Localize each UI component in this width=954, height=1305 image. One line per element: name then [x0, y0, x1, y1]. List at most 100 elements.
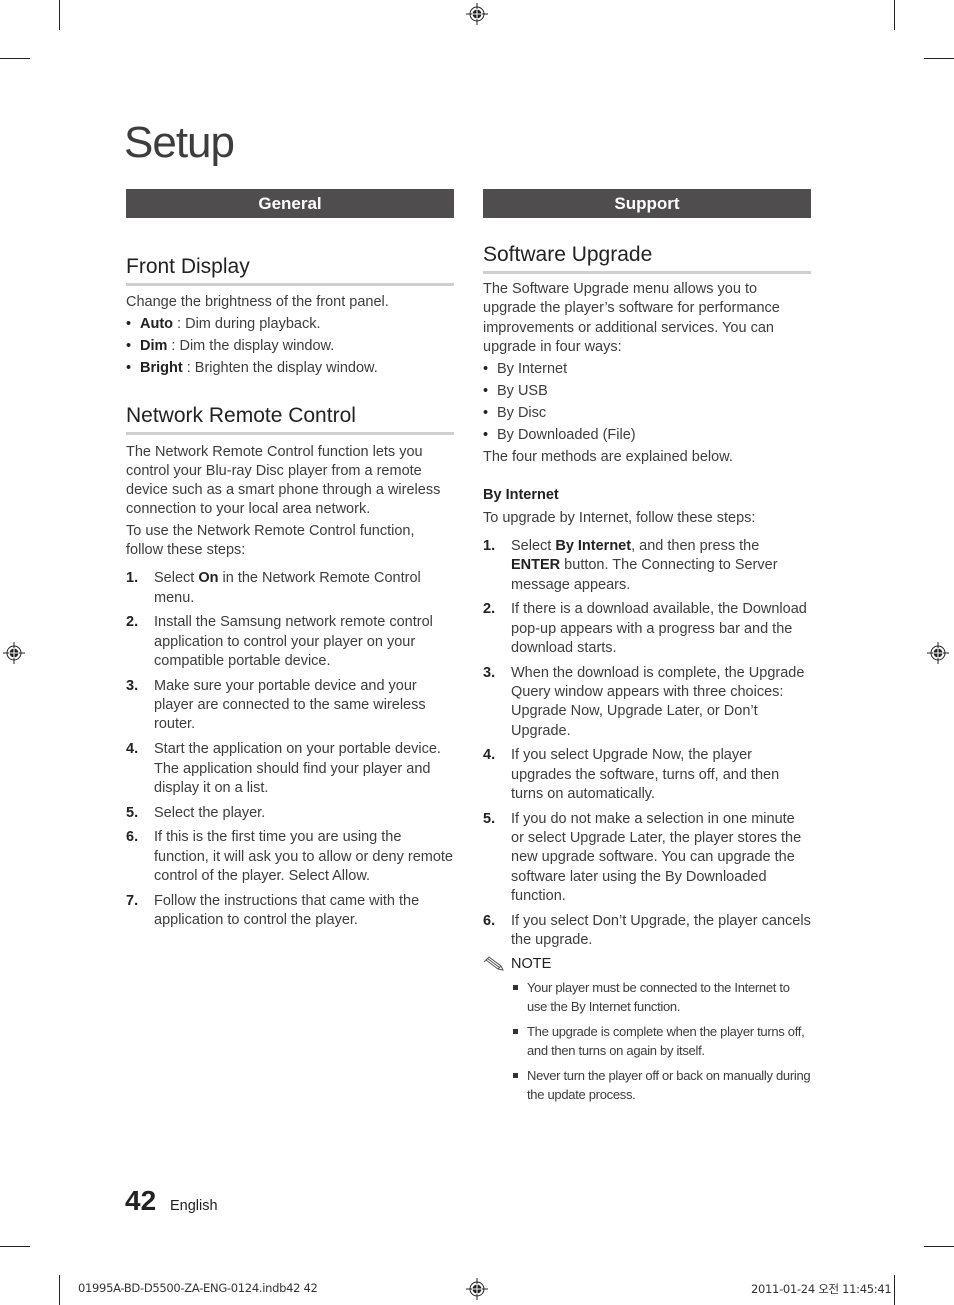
- upgrade-methods: By Internet By USB By Disc By Downloaded…: [483, 360, 811, 446]
- network-remote-steps: 1. Select On in the Network Remote Contro…: [126, 569, 454, 930]
- front-display-section: Front Display Change the brightness of t…: [126, 255, 454, 379]
- step-item: 7. Follow the instructions that came with…: [126, 892, 454, 931]
- step-text: Select the player.: [154, 804, 266, 821]
- registration-mark-icon: [3, 642, 25, 664]
- note-item: The upgrade is complete when the player …: [511, 1022, 811, 1060]
- note-label: NOTE: [511, 955, 552, 972]
- crop-mark: [59, 1275, 60, 1305]
- page-number: 42: [125, 1185, 157, 1216]
- front-display-options: Auto : Dim during playback. Dim : Dim th…: [126, 315, 454, 379]
- step-text: Start the application on your portable d…: [154, 741, 441, 796]
- crop-mark: [0, 1246, 30, 1247]
- network-remote-section: Network Remote Control The Network Remot…: [126, 404, 454, 931]
- step-item: 2. Install the Samsung network remote con…: [126, 613, 454, 671]
- step-number: 3.: [126, 677, 139, 694]
- option-desc: : Dim during playback.: [173, 316, 321, 333]
- note-item: Never turn the player off or back on man…: [511, 1066, 811, 1104]
- step-text: When the download is complete, the Upgra…: [511, 664, 805, 739]
- network-remote-heading: Network Remote Control: [126, 404, 454, 435]
- registration-mark-icon: [466, 1278, 488, 1300]
- pencil-note-icon: [483, 956, 504, 971]
- step-item: 6. If this is the first time you are usin…: [126, 828, 454, 886]
- option-desc: : Brighten the display window.: [182, 360, 378, 377]
- registration-mark-icon: [466, 3, 488, 25]
- step-text: Make sure your portable device and your …: [154, 677, 426, 733]
- step-item: 5. If you do not make a selection in one …: [483, 810, 811, 906]
- method-item: By Disc: [483, 404, 811, 424]
- page-title: Setup: [124, 118, 235, 167]
- crop-mark: [894, 1275, 895, 1305]
- left-column: Front Display Change the brightness of t…: [126, 255, 454, 936]
- step-item: 2. If there is a download available, the …: [483, 600, 811, 658]
- step-number: 1.: [126, 570, 139, 587]
- step-text: Follow the instructions that came with t…: [154, 892, 420, 929]
- step-text: If you select Upgrade Now, the player up…: [511, 747, 780, 803]
- front-display-intro: Change the brightness of the front panel…: [126, 294, 389, 310]
- step-item: 4. Start the application on your portable…: [126, 740, 454, 798]
- network-remote-instructions: To use the Network Remote Control functi…: [126, 522, 415, 559]
- crop-mark: [924, 1246, 954, 1247]
- step-number: 6.: [126, 829, 139, 846]
- print-file-name: 01995A-BD-D5500-ZA-ENG-0124.indb42 42: [78, 1281, 318, 1295]
- print-timestamp: 2011-01-24 오전 11:45:41: [751, 1282, 892, 1296]
- right-column: Software Upgrade The Software Upgrade me…: [483, 243, 811, 1104]
- method-item: By USB: [483, 382, 811, 402]
- note-list: Your player must be connected to the Int…: [483, 978, 811, 1104]
- step-number: 2.: [483, 601, 496, 618]
- option-item: Bright : Brighten the display window.: [126, 359, 454, 379]
- step-text: Install the Samsung network remote contr…: [154, 614, 433, 670]
- step-text: If you select Don’t Upgrade, the player …: [511, 912, 811, 949]
- front-display-heading: Front Display: [126, 255, 454, 286]
- option-name: Auto: [140, 316, 174, 333]
- step-number: 4.: [126, 741, 139, 758]
- crop-mark: [0, 58, 30, 59]
- step-item: 5. Select the player.: [126, 804, 454, 823]
- step-item: 6. If you select Don’t Upgrade, the playe…: [483, 912, 811, 951]
- network-remote-intro: The Network Remote Control function lets…: [126, 443, 441, 518]
- method-item: By Downloaded (File): [483, 426, 811, 446]
- software-upgrade-heading: Software Upgrade: [483, 243, 811, 274]
- software-upgrade-intro: The Software Upgrade menu allows you to …: [483, 281, 780, 355]
- method-item: By Internet: [483, 360, 811, 380]
- section-bar-general: General: [126, 189, 454, 218]
- step-bold: By Internet: [555, 537, 632, 554]
- crop-mark: [894, 0, 895, 30]
- step-item: 1. Select By Internet, and then press the…: [483, 537, 811, 595]
- step-item: 1. Select On in the Network Remote Contro…: [126, 569, 454, 608]
- registration-mark-icon: [927, 642, 949, 664]
- step-bold: On: [198, 570, 219, 587]
- step-text: , and then press the: [631, 537, 760, 554]
- by-internet-subheading: By Internet: [483, 486, 559, 503]
- page-language: English: [170, 1198, 218, 1214]
- methods-outro: The four methods are explained below.: [483, 449, 733, 466]
- software-upgrade-section: Software Upgrade The Software Upgrade me…: [483, 243, 811, 1104]
- step-item: 4. If you select Upgrade Now, the player …: [483, 746, 811, 804]
- step-bold: ENTER: [511, 557, 561, 574]
- step-number: 1.: [483, 537, 496, 554]
- step-item: 3. Make sure your portable device and you…: [126, 677, 454, 735]
- step-number: 6.: [483, 912, 496, 929]
- option-name: Bright: [140, 360, 183, 377]
- step-text: Select: [511, 537, 556, 554]
- option-desc: : Dim the display window.: [167, 338, 335, 355]
- step-text: Select: [154, 570, 199, 587]
- step-number: 5.: [483, 810, 496, 827]
- by-internet-intro: To upgrade by Internet, follow these ste…: [483, 509, 756, 526]
- option-name: Dim: [140, 338, 168, 355]
- option-item: Dim : Dim the display window.: [126, 337, 454, 357]
- by-internet-steps: 1. Select By Internet, and then press the…: [483, 537, 811, 950]
- step-text: If there is a download available, the Do…: [511, 601, 807, 656]
- step-number: 2.: [126, 614, 139, 631]
- step-number: 4.: [483, 747, 496, 764]
- crop-mark: [59, 0, 60, 30]
- crop-mark: [924, 58, 954, 59]
- step-number: 5.: [126, 804, 139, 821]
- section-bar-support: Support: [483, 189, 811, 218]
- step-number: 3.: [483, 664, 496, 681]
- step-item: 3. When the download is complete, the Upg…: [483, 664, 811, 741]
- step-text: If you do not make a selection in one mi…: [511, 810, 802, 904]
- option-item: Auto : Dim during playback.: [126, 315, 454, 335]
- step-number: 7.: [126, 892, 139, 909]
- note-header: NOTE: [483, 956, 811, 972]
- step-text: If this is the first time you are using …: [154, 829, 453, 885]
